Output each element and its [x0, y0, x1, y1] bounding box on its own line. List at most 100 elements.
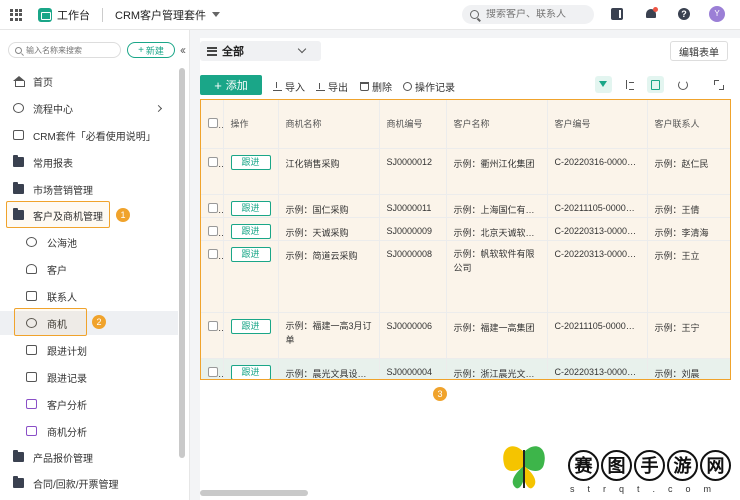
- column-header[interactable]: 客户名称: [446, 100, 548, 149]
- view-select[interactable]: 全部: [200, 41, 321, 61]
- sidebar-item-reports[interactable]: 常用报表: [0, 150, 178, 174]
- row-checkbox[interactable]: [208, 248, 218, 259]
- new-button-label: 新建: [145, 45, 164, 56]
- row-select-cell: [201, 358, 224, 379]
- sidebar-item-flow-center[interactable]: 流程中心: [0, 96, 178, 120]
- select-all-checkbox[interactable]: [208, 117, 218, 128]
- new-button[interactable]: + 新建: [127, 42, 175, 58]
- folder-icon: [13, 182, 24, 194]
- toolbar: + 添加 导入 导出 删除 操作记录: [200, 75, 740, 95]
- sidebar-item-public-pool[interactable]: 公海池: [0, 230, 178, 254]
- table-row[interactable]: 跟进 示例：天诚采购 SJ0000009 示例：北京天诚软件... C-2022…: [201, 217, 730, 241]
- caret-down-icon[interactable]: [212, 12, 221, 17]
- column-header[interactable]: 商机名称: [278, 100, 380, 149]
- sidebar-item-customer-analysis[interactable]: 客户分析: [0, 392, 178, 416]
- customer-code-cell: C-20211105-0000004: [547, 312, 648, 359]
- sidebar-item-contact[interactable]: 联系人: [0, 284, 178, 308]
- table-row[interactable]: 跟进 示例：国仁采购 SJ0000011 示例：上海国仁有限... C-2021…: [201, 194, 730, 218]
- export-button[interactable]: 导出: [316, 79, 348, 94]
- sidebar-item-product-quote[interactable]: 产品报价管理: [0, 445, 178, 469]
- sidebar-item-follow-record[interactable]: 跟进记录: [0, 365, 178, 389]
- follow-button[interactable]: 跟进: [230, 318, 271, 334]
- global-search-input[interactable]: [486, 9, 586, 20]
- sidebar-item-home[interactable]: 首页: [0, 69, 178, 93]
- folder-icon: [13, 155, 24, 167]
- edit-form-button[interactable]: 编辑表单: [670, 41, 728, 61]
- delete-button[interactable]: 删除: [360, 79, 392, 94]
- avatar[interactable]: Y: [709, 6, 725, 22]
- follow-button[interactable]: 跟进: [230, 364, 271, 379]
- table-row[interactable]: 跟进 示例：简道云采购 SJ0000008 示例：帆软软件有限公司 C-2022…: [201, 240, 730, 313]
- person-icon: [26, 264, 37, 274]
- sidebar-item-customer[interactable]: 客户: [0, 257, 178, 281]
- sidebar-scrollbar[interactable]: [179, 68, 185, 458]
- opportunity-name-cell: 江化销售采购: [278, 148, 380, 195]
- follow-button[interactable]: 跟进: [230, 200, 271, 216]
- records-button[interactable]: 操作记录: [403, 79, 455, 94]
- customer-name-cell: 示例：帆软软件有限公司: [446, 240, 548, 313]
- column-header[interactable]: 操作: [223, 100, 279, 149]
- row-checkbox[interactable]: [208, 202, 218, 213]
- opportunity-code-cell: SJ0000008: [379, 240, 447, 313]
- highlight-box: [14, 308, 87, 336]
- sidebar-item-crm-guide[interactable]: CRM套件「必看使用说明」: [0, 123, 178, 147]
- opportunity-code-cell: SJ0000011: [379, 194, 447, 218]
- column-header[interactable]: 客户编号: [547, 100, 648, 149]
- customer-name-cell: 示例：上海国仁有限...: [446, 194, 548, 218]
- search-icon: [470, 10, 479, 19]
- book-icon[interactable]: [611, 8, 623, 20]
- watermark-char: 手: [634, 450, 665, 481]
- customer-code-cell: C-20211105-0000001: [547, 194, 648, 218]
- row-checkbox[interactable]: [208, 320, 218, 331]
- customer-name-cell: 示例：浙江晨光文具...: [446, 358, 548, 379]
- row-checkbox[interactable]: [208, 156, 218, 167]
- view-mode-icon[interactable]: [647, 76, 664, 93]
- follow-button[interactable]: 跟进: [230, 154, 271, 170]
- watermark-domain: strqt.com: [570, 484, 725, 494]
- table-row[interactable]: 跟进 示例：晨光文具设备... SJ0000004 示例：浙江晨光文具... C…: [201, 358, 730, 379]
- sidebar-search[interactable]: [8, 42, 121, 58]
- bell-icon[interactable]: [645, 7, 658, 20]
- watermark: 赛 图 手 游 网 strqt.com: [498, 440, 738, 498]
- app-title[interactable]: CRM客户管理套件: [115, 7, 206, 23]
- table-header-row: 操作 商机名称 商机编号 客户名称 客户编号 客户联系人: [201, 100, 730, 149]
- action-cell: 跟进: [223, 312, 279, 359]
- collapse-sidebar-icon[interactable]: ‹‹: [180, 43, 186, 57]
- contact-icon: [26, 291, 37, 301]
- global-search[interactable]: [462, 5, 594, 24]
- sidebar-item-follow-plan[interactable]: 跟进计划: [0, 338, 178, 362]
- follow-button[interactable]: 跟进: [230, 223, 271, 239]
- customer-code-cell: C-20220316-0000001: [547, 148, 648, 195]
- horizontal-scrollbar[interactable]: [200, 490, 308, 496]
- follow-button[interactable]: 跟进: [230, 246, 271, 262]
- row-checkbox[interactable]: [208, 225, 218, 236]
- table-row[interactable]: 跟进 江化销售采购 SJ0000012 示例：衢州江化集团 C-20220316…: [201, 148, 730, 195]
- sidebar-item-contract[interactable]: 合同/回款/开票管理: [0, 471, 178, 495]
- workbench-link[interactable]: 工作台: [57, 7, 90, 23]
- sidebar-search-input[interactable]: [26, 45, 116, 55]
- import-button[interactable]: 导入: [273, 79, 305, 94]
- filter-icon[interactable]: [595, 76, 612, 93]
- records-label: 操作记录: [415, 83, 455, 94]
- sidebar-item-opportunity-analysis[interactable]: 商机分析: [0, 419, 178, 443]
- customer-name-cell: 示例：福建一高集团: [446, 312, 548, 359]
- sidebar-item-label: 产品报价管理: [33, 453, 93, 465]
- fullscreen-icon[interactable]: [710, 76, 727, 93]
- refresh-icon[interactable]: [674, 76, 691, 93]
- sidebar: +新建 ‹‹ 首页 流程中心 CRM套件「必看使用说明」 常用报表 市场营销管理…: [0, 30, 190, 500]
- table-row[interactable]: 跟进 示例：福建一高3月订单 SJ0000006 示例：福建一高集团 C-202…: [201, 312, 730, 359]
- action-cell: 跟进: [223, 217, 279, 241]
- add-button[interactable]: + 添加: [200, 75, 262, 95]
- sort-icon[interactable]: [621, 76, 638, 93]
- sidebar-item-customer-opportunity[interactable]: 客户及商机管理: [0, 203, 178, 227]
- column-header[interactable]: 商机编号: [379, 100, 447, 149]
- app-grid-icon[interactable]: [10, 8, 22, 21]
- watermark-char: 赛: [568, 450, 599, 481]
- folder-icon: [13, 476, 24, 488]
- export-label: 导出: [328, 83, 348, 94]
- sidebar-item-marketing[interactable]: 市场营销管理: [0, 177, 178, 201]
- column-header[interactable]: 客户联系人: [647, 100, 730, 149]
- help-icon[interactable]: ?: [678, 8, 690, 20]
- row-checkbox[interactable]: [208, 366, 218, 377]
- top-bar: 工作台 CRM客户管理套件 ? Y: [0, 0, 740, 30]
